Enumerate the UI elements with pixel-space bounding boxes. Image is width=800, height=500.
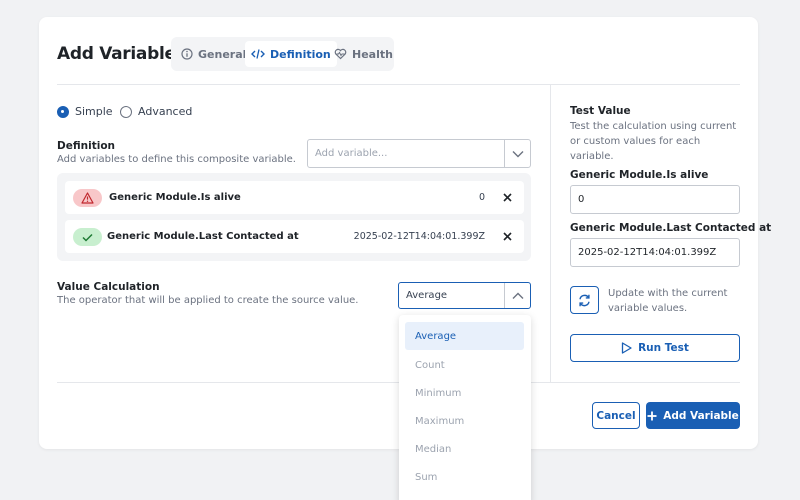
test-value-input-text: 0	[578, 194, 585, 205]
value-calculation-title: Value Calculation	[57, 281, 160, 293]
dropdown-option-maximum[interactable]: Maximum	[405, 407, 524, 435]
definition-title: Definition	[57, 140, 116, 152]
variable-row: Generic Module.Is alive 0	[65, 181, 524, 214]
update-values-button[interactable]	[570, 286, 599, 314]
value-calculation-select[interactable]: Average	[398, 282, 531, 309]
value-calculation-selected: Average	[406, 290, 448, 301]
chevron-down-icon	[512, 150, 523, 157]
value-calculation-description: The operator that will be applied to cre…	[57, 295, 359, 306]
add-variable-placeholder: Add variable...	[315, 148, 388, 159]
status-badge-error	[73, 189, 102, 207]
remove-variable-button[interactable]	[500, 229, 514, 243]
dropdown-option-sum[interactable]: Sum	[405, 463, 524, 491]
chevron-up-icon	[512, 292, 523, 299]
test-value-input-is-alive[interactable]: 0	[570, 185, 740, 214]
close-icon	[502, 231, 512, 241]
run-test-button[interactable]: Run Test	[570, 334, 740, 362]
test-field-label: Generic Module.Is alive	[570, 169, 709, 181]
test-value-input-text: 2025-02-12T14:04:01.399Z	[578, 247, 717, 258]
cancel-button[interactable]: Cancel	[592, 402, 640, 429]
variable-row: Generic Module.Last Contacted at 2025-02…	[65, 220, 524, 253]
info-icon	[181, 48, 193, 60]
radio-simple-label: Simple	[75, 105, 113, 118]
dropdown-option-count[interactable]: Count	[405, 351, 524, 379]
value-calculation-dropdown: Average Count Minimum Maximum Median Sum	[399, 315, 531, 500]
add-variable-select[interactable]: Add variable...	[307, 139, 531, 168]
header-divider	[57, 84, 740, 85]
add-variable-chevron[interactable]	[504, 140, 530, 167]
cancel-label: Cancel	[596, 409, 636, 422]
dialog-title: Add Variable	[57, 44, 176, 64]
radio-simple[interactable]: Simple	[57, 105, 113, 118]
radio-advanced[interactable]: Advanced	[120, 105, 192, 118]
tab-general[interactable]: General	[175, 41, 252, 67]
tab-general-label: General	[198, 47, 247, 61]
tab-definition-label: Definition	[270, 47, 331, 61]
close-icon	[502, 192, 512, 202]
column-divider	[550, 85, 551, 382]
radio-advanced-indicator	[120, 105, 132, 118]
radio-advanced-label: Advanced	[138, 105, 193, 118]
tab-health-label: Health	[352, 47, 393, 61]
dropdown-option-average[interactable]: Average	[405, 322, 524, 350]
test-value-description: Test the calculation using current or cu…	[570, 121, 737, 162]
refresh-icon	[579, 294, 590, 306]
variable-value: 0	[478, 192, 485, 203]
remove-variable-button[interactable]	[500, 190, 514, 204]
test-value-title: Test Value	[570, 105, 631, 117]
dropdown-option-median[interactable]: Median	[405, 435, 524, 463]
tab-definition[interactable]: Definition	[245, 41, 337, 67]
plus-icon	[647, 411, 657, 420]
status-badge-ok	[73, 228, 102, 246]
variable-value: 2025-02-12T14:04:01.399Z	[353, 231, 485, 242]
add-variable-button[interactable]: Add Variable	[646, 402, 740, 429]
definition-description: Add variables to define this composite v…	[57, 154, 296, 165]
run-test-label: Run Test	[638, 342, 689, 354]
heart-pulse-icon	[334, 48, 347, 60]
tab-health[interactable]: Health	[328, 41, 399, 67]
tab-bar: General Definition Health	[171, 37, 394, 71]
update-values-text: Update with the current variable values.	[608, 288, 728, 314]
check-icon	[82, 233, 93, 242]
code-icon	[251, 49, 265, 59]
radio-simple-indicator	[57, 105, 69, 118]
variable-name: Generic Module.Last Contacted at	[107, 231, 299, 242]
test-field-label: Generic Module.Last Contacted at	[570, 222, 772, 234]
dropdown-option-minimum[interactable]: Minimum	[405, 379, 524, 407]
add-variable-label: Add Variable	[663, 409, 739, 422]
value-calculation-chevron[interactable]	[504, 283, 530, 308]
variable-name: Generic Module.Is alive	[109, 192, 241, 203]
test-value-input-last-contacted[interactable]: 2025-02-12T14:04:01.399Z	[570, 238, 740, 267]
play-icon	[621, 342, 632, 354]
warning-triangle-icon	[81, 192, 94, 204]
